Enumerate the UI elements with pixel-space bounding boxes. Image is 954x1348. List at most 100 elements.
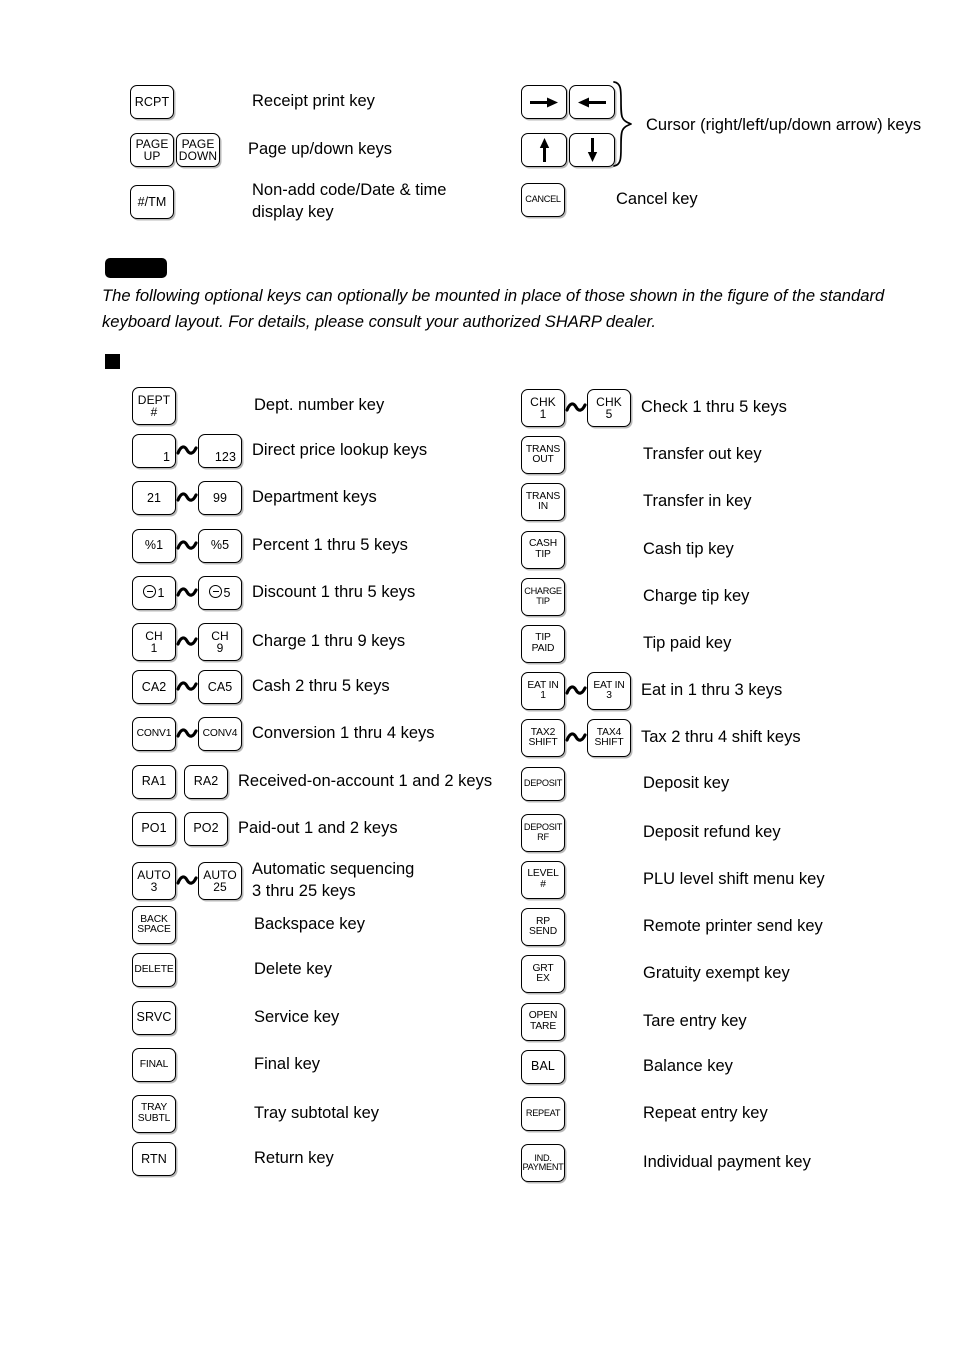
key-cash-tip[interactable]: CASH TIP <box>521 530 565 569</box>
key-group: CH 1 CH 9 <box>132 623 242 661</box>
key-group: DELETE <box>132 953 176 988</box>
row-description: Charge tip key <box>643 586 750 605</box>
key-label: FINAL <box>139 1058 169 1070</box>
key-cancel[interactable]: CANCEL <box>521 183 565 217</box>
key-back-space[interactable]: BACK SPACE <box>132 906 176 945</box>
key-grt-ex[interactable]: GRT EX <box>521 955 565 994</box>
row-description: Tare entry key <box>643 1011 747 1030</box>
row-paid-out-1-and-2-keys: PO1 PO2 Paid-out 1 and 2 keys <box>132 811 398 846</box>
key-group: RP SEND <box>521 908 565 947</box>
key-label-line2: DOWN <box>178 149 218 163</box>
key-tax4-shift[interactable]: TAX4 SHIFT <box>587 719 631 758</box>
key-label-line2: SUBTL <box>137 1113 171 1124</box>
key-delete[interactable]: DELETE <box>132 953 176 988</box>
key-dept[interactable]: DEPT # <box>132 387 176 425</box>
key-99[interactable]: 99 <box>198 481 242 516</box>
key-page-down[interactable]: PAGE DOWN <box>176 133 220 167</box>
key-5[interactable]: 5 <box>198 575 242 610</box>
key-chk-5[interactable]: CHK 5 <box>587 389 631 427</box>
key-label-line2: UP <box>143 149 161 163</box>
row-description: Cancel key <box>616 190 698 209</box>
key-auto-3[interactable]: AUTO 3 <box>132 861 176 900</box>
key-conv1[interactable]: CONV1 <box>132 717 176 752</box>
key-auto-25[interactable]: AUTO 25 <box>198 861 242 900</box>
key-tip-paid[interactable]: TIP PAID <box>521 625 565 663</box>
key-group: CANCEL <box>521 183 565 217</box>
key-cursor-down[interactable] <box>569 133 615 167</box>
row-description: Check 1 thru 5 keys <box>641 398 787 417</box>
key-rtn[interactable]: RTN <box>132 1142 176 1177</box>
key-label-line2: SHIFT <box>528 737 558 749</box>
key-group: PAGE UP PAGE DOWN <box>130 133 220 167</box>
key-eat-in-3[interactable]: EAT IN 3 <box>587 672 631 711</box>
key-rcpt[interactable]: RCPT <box>130 85 174 119</box>
key-cursor-right[interactable] <box>521 85 567 119</box>
key-rp-send[interactable]: RP SEND <box>521 908 565 947</box>
key-charge-tip[interactable]: CHARGE TIP <box>521 577 565 616</box>
key-group: TRAY SUBTL <box>132 1095 176 1133</box>
arrow-right-icon <box>529 96 559 109</box>
key-group: CHARGE TIP <box>521 577 565 616</box>
row-tare-entry-key: OPEN TARE Tare entry key <box>521 1002 747 1041</box>
key-123[interactable]: 123 <box>198 434 242 469</box>
row-tip-paid-key: TIP PAID Tip paid key <box>521 625 731 663</box>
row-tray-subtotal-key: TRAY SUBTL Tray subtotal key <box>132 1095 379 1133</box>
key-ind-payment[interactable]: IND. PAYMENT <box>521 1144 565 1183</box>
key-group: PO1 PO2 <box>132 811 228 846</box>
key-po2[interactable]: PO2 <box>184 811 228 846</box>
key-srvc[interactable]: SRVC <box>132 1000 176 1035</box>
key-conv4[interactable]: CONV4 <box>198 717 242 752</box>
key-5[interactable]: %5 <box>198 528 242 563</box>
key-hash-tm[interactable]: #/TM <box>130 185 174 220</box>
key-1[interactable]: %1 <box>132 528 176 563</box>
key-ca5[interactable]: CA5 <box>198 670 242 705</box>
row-description: Receipt print key <box>252 92 375 111</box>
row-balance-key: BAL Balance key <box>521 1049 733 1084</box>
row-description: Dept. number key <box>254 396 385 415</box>
key-bal[interactable]: BAL <box>521 1049 565 1084</box>
key-open-tare[interactable]: OPEN TARE <box>521 1002 565 1041</box>
key-cursor-up[interactable] <box>521 133 567 167</box>
row-description: Deposit key <box>643 773 730 792</box>
row-description: Eat in 1 thru 3 keys <box>641 681 783 700</box>
key-cursor-left[interactable] <box>569 85 615 119</box>
key-ra1[interactable]: RA1 <box>132 764 176 799</box>
subsection-marker-square <box>105 354 120 369</box>
key-ch-1[interactable]: CH 1 <box>132 623 176 661</box>
key-trans-out[interactable]: TRANS OUT <box>521 436 565 475</box>
key-label-line2: EX <box>536 973 550 985</box>
key-repeat[interactable]: REPEAT <box>521 1097 565 1131</box>
key-1[interactable]: 1 <box>132 575 176 610</box>
row-automatic-sequencing: AUTO 3 AUTO 25 Automatic sequencing 3 thru 2… <box>132 859 414 903</box>
key-label: CA5 <box>207 679 233 694</box>
row-description: Conversion 1 thru 4 keys <box>252 724 435 743</box>
row-description: Page up/down keys <box>248 140 393 159</box>
key-chk-1[interactable]: CHK 1 <box>521 389 565 427</box>
key-group: CONV1 CONV4 <box>132 717 242 752</box>
row-percent-1-thru-5-keys: %1 %5 Percent 1 thru 5 keys <box>132 528 408 563</box>
row-eat-in-1-thru-3-keys: EAT IN 1 EAT IN 3 Eat in 1 thru 3 keys <box>521 672 783 711</box>
key-final[interactable]: FINAL <box>132 1047 176 1082</box>
row-description: Transfer out key <box>643 445 762 464</box>
key-po1[interactable]: PO1 <box>132 811 176 846</box>
range-tilde-icon <box>176 434 198 468</box>
key-group: RA1 RA2 <box>132 764 228 799</box>
row-cash-tip-key: CASH TIP Cash tip key <box>521 530 734 569</box>
key-trans-in[interactable]: TRANS IN <box>521 483 565 522</box>
key-ca2[interactable]: CA2 <box>132 670 176 705</box>
key-tax2-shift[interactable]: TAX2 SHIFT <box>521 719 565 758</box>
key-tray-subtl[interactable]: TRAY SUBTL <box>132 1095 176 1133</box>
key-deposit-rf[interactable]: DEPOSIT RF <box>521 813 565 852</box>
key-ch-9[interactable]: CH 9 <box>198 623 242 661</box>
key-21[interactable]: 21 <box>132 481 176 516</box>
key-ra2[interactable]: RA2 <box>184 764 228 799</box>
key-page-up[interactable]: PAGE UP <box>130 133 174 167</box>
key-deposit[interactable]: DEPOSIT <box>521 766 565 801</box>
row-delete-key: DELETE Delete key <box>132 953 332 988</box>
key-label: 21 <box>146 490 162 505</box>
key-group: CA2 CA5 <box>132 670 242 705</box>
key-1[interactable]: 1 <box>132 434 176 469</box>
key-eat-in-1[interactable]: EAT IN 1 <box>521 672 565 711</box>
key-level[interactable]: LEVEL # <box>521 861 565 899</box>
row-description: Automatic sequencing 3 thru 25 keys <box>252 860 415 900</box>
